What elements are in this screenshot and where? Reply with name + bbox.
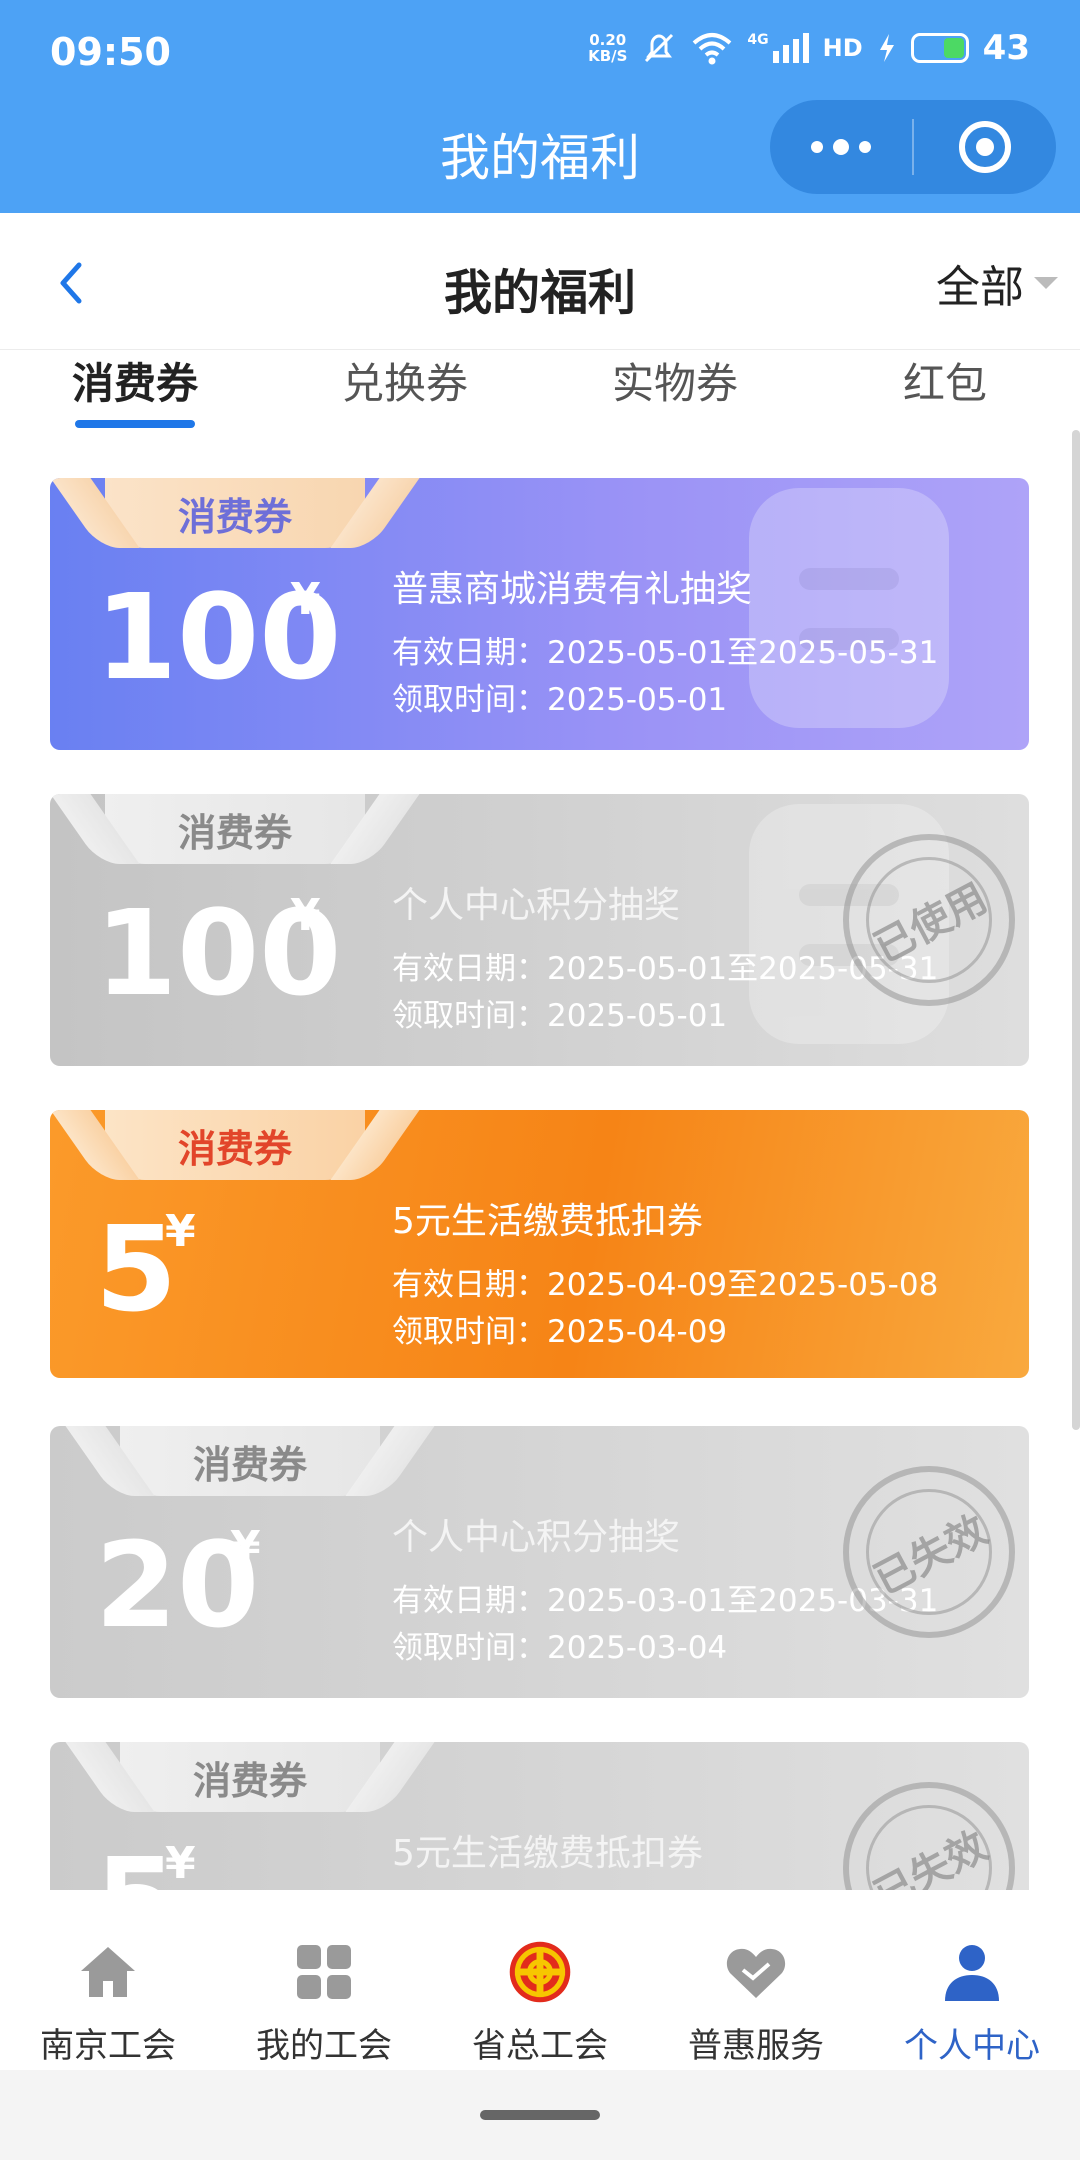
page-title: 我的福利 <box>443 265 636 321</box>
coupon-card[interactable]: 消费券 5¥ 5元生活缴费抵扣券 已失效 <box>50 1742 1029 1890</box>
caret-down-icon <box>1034 277 1058 289</box>
coupon-tabs: 消费券 兑换券 实物券 红包 <box>0 350 1080 440</box>
home-icon <box>76 1940 140 2004</box>
nav-item-personal-center[interactable]: 个人中心 <box>864 1890 1080 2070</box>
coupon-name: 5元生活缴费抵扣券 <box>392 1833 703 1874</box>
more-dots-icon <box>811 141 823 153</box>
heart-icon <box>724 1940 788 2004</box>
coupon-amount: 20 ¥ <box>95 1516 261 1654</box>
tab-exchange-coupon[interactable]: 兑换券 <box>285 350 525 411</box>
coupon-card[interactable]: 消费券 100 ¥ 个人中心积分抽奖 有效日期：2025-05-01至2025-0… <box>50 794 1029 1066</box>
hd-icon: HD <box>822 34 863 62</box>
coupon-list[interactable]: 消费券 100 ¥ 普惠商城消费有礼抽奖 有效日期：2025-05-01至2025… <box>0 440 1080 1890</box>
page-header: 我的福利 全部 <box>0 213 1080 350</box>
coupon-info: 普惠商城消费有礼抽奖 有效日期：2025-05-01至2025-05-31 领取… <box>392 568 938 724</box>
coupon-info: 5元生活缴费抵扣券 <box>392 1832 703 1890</box>
currency-symbol: ¥ <box>290 574 321 625</box>
active-tab-indicator <box>75 420 195 428</box>
bottom-navigation: 南京工会 我的工会 省总工会 普惠服务 个人中心 <box>0 1890 1080 2070</box>
status-time: 09:50 <box>50 30 171 74</box>
coupon-amount: 5¥ <box>95 1200 196 1338</box>
mute-icon <box>645 33 674 63</box>
currency-symbol: ¥ <box>290 890 321 941</box>
status-icons: 0.20 KB/S 4G HD 43 <box>588 28 1030 68</box>
home-indicator[interactable] <box>480 2110 600 2120</box>
grid-icon <box>292 1940 356 2004</box>
nav-item-nanjing-union[interactable]: 南京工会 <box>0 1890 216 2070</box>
coupon-validity: 有效日期：2025-05-01至2025-05-31 <box>392 635 939 671</box>
nav-item-benefit-service[interactable]: 普惠服务 <box>648 1890 864 2070</box>
coupon-card[interactable]: 消费券 20 ¥ 个人中心积分抽奖 有效日期：2025-03-01至2025-03… <box>50 1426 1029 1698</box>
currency-symbol: ¥ <box>165 1838 196 1889</box>
coupon-received-time: 领取时间：2025-04-09 <box>392 1314 728 1350</box>
coupon-name: 普惠商城消费有礼抽奖 <box>392 569 753 610</box>
coupon-card[interactable]: 消费券 100 ¥ 普惠商城消费有礼抽奖 有效日期：2025-05-01至2025… <box>50 478 1029 750</box>
coupon-amount: 100 ¥ <box>95 884 342 1022</box>
coupon-type-tag: 消费券 <box>120 1426 380 1496</box>
top-bar: 09:50 0.20 KB/S 4G HD 43 我的福利 <box>0 0 1080 213</box>
used-stamp: 已使用 <box>843 834 1015 1006</box>
more-button[interactable] <box>770 100 912 194</box>
coupon-received-time: 领取时间：2025-05-01 <box>392 682 728 718</box>
coupon-type-tag: 消费券 <box>120 1742 380 1812</box>
person-icon <box>940 1940 1004 2004</box>
coupon-amount: 100 ¥ <box>95 568 342 706</box>
coupon-amount: 5¥ <box>95 1842 196 1891</box>
coupon-received-time: 领取时间：2025-03-04 <box>392 1630 728 1666</box>
currency-symbol: ¥ <box>230 1522 261 1573</box>
tab-physical-coupon[interactable]: 实物券 <box>555 350 795 411</box>
filter-dropdown[interactable]: 全部 <box>936 251 1058 315</box>
coupon-card[interactable]: 消费券 5 ¥ 5元生活缴费抵扣券 有效日期：2025-04-09至2025-05… <box>50 1110 1029 1378</box>
net-speed: 0.20 KB/S <box>588 31 628 65</box>
currency-symbol: ¥ <box>165 1206 196 1257</box>
coupon-type-tag: 消费券 <box>105 478 365 548</box>
tab-consumption-coupon[interactable]: 消费券 <box>15 350 255 411</box>
miniapp-capsule <box>770 100 1056 194</box>
charging-icon <box>879 34 894 62</box>
close-miniapp-button[interactable] <box>914 121 1056 173</box>
signal-icon: 4G <box>747 33 809 63</box>
tab-red-packet[interactable]: 红包 <box>825 350 1065 411</box>
battery-level: 43 <box>982 28 1030 68</box>
wifi-icon <box>693 33 732 65</box>
coupon-info: 5元生活缴费抵扣券 有效日期：2025-04-09至2025-05-08 领取时… <box>392 1200 938 1356</box>
nav-item-provincial-union[interactable]: 省总工会 <box>432 1890 648 2070</box>
expired-stamp: 已失效 <box>843 1466 1015 1638</box>
nav-item-my-union[interactable]: 我的工会 <box>216 1890 432 2070</box>
filter-label: 全部 <box>936 262 1024 313</box>
battery-icon <box>910 33 969 63</box>
scrollbar[interactable] <box>1072 430 1080 1430</box>
union-emblem-icon <box>508 1940 572 2004</box>
coupon-type-tag: 消费券 <box>105 1110 365 1180</box>
coupon-name: 5元生活缴费抵扣券 <box>392 1201 703 1242</box>
target-close-icon <box>959 121 1011 173</box>
coupon-validity: 有效日期：2025-04-09至2025-05-08 <box>392 1267 939 1303</box>
coupon-type-tag: 消费券 <box>105 794 365 864</box>
expired-stamp: 已失效 <box>843 1782 1015 1890</box>
coupon-received-time: 领取时间：2025-05-01 <box>392 998 728 1034</box>
